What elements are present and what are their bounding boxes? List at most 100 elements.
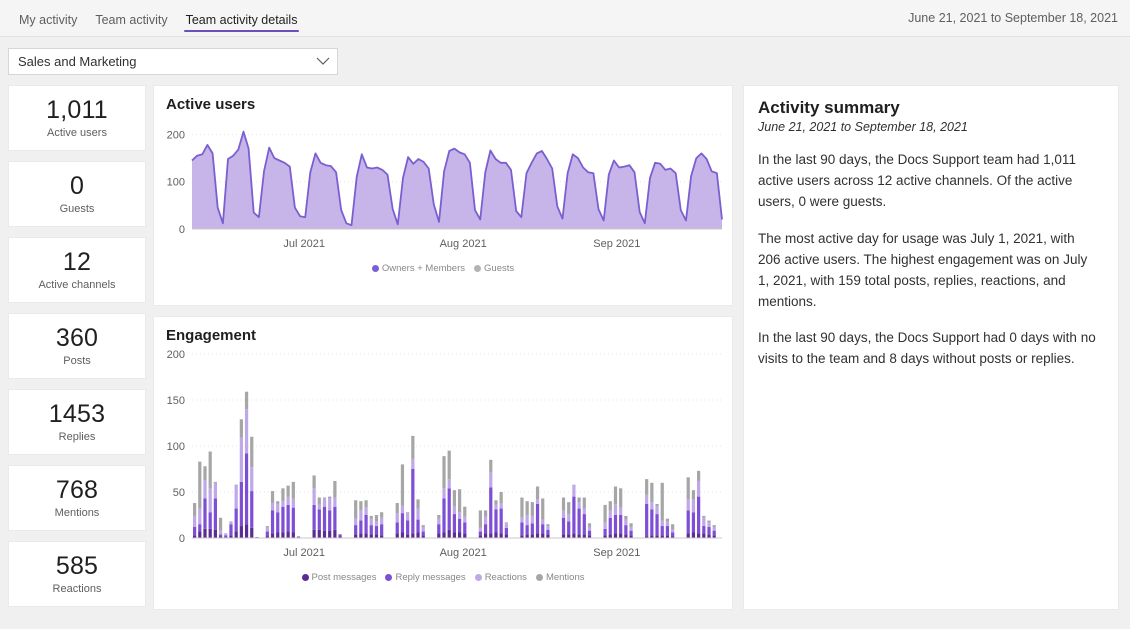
bar-segment — [374, 534, 379, 538]
bar-segment — [276, 503, 280, 513]
bar-segment — [660, 526, 664, 536]
active-users-plot-area[interactable]: 0 100 200 Jul 2021 Aug 2021 Sep 2021 — [154, 113, 732, 263]
bar-segment — [213, 481, 217, 483]
activity-summary-title: Activity summary — [758, 98, 900, 117]
bar-segment — [333, 480, 337, 498]
bar-segment — [712, 526, 716, 531]
bar-segment — [707, 526, 711, 535]
kpi-label: Posts — [63, 355, 91, 368]
bar-segment — [192, 503, 197, 516]
tab-team-activity-details[interactable]: Team activity details — [177, 0, 307, 37]
bar-segment — [489, 459, 493, 473]
bar-segment — [312, 488, 316, 505]
bar-segment — [530, 523, 534, 535]
bar-segment — [239, 437, 243, 482]
bar-segment — [452, 532, 457, 538]
bar-segment — [250, 436, 254, 468]
bar-segment — [712, 530, 716, 536]
bar-segment — [286, 485, 290, 497]
y-axis-tick-label: 50 — [173, 487, 185, 499]
engagement-plot-area[interactable]: 0 50 100 150 200 Jul 2021 Aug 2021 Sep 2021 — [154, 344, 732, 572]
kpi-card-replies: 1453 Replies — [8, 389, 146, 455]
kpi-card-guests: 0 Guests — [8, 161, 146, 227]
bar-segment — [572, 496, 576, 534]
bar-segment — [312, 504, 316, 530]
tab-label: My activity — [19, 13, 78, 27]
bar-segment — [504, 527, 508, 535]
bar-segment — [504, 522, 508, 524]
bar-segment — [494, 500, 498, 505]
bar-segment — [650, 502, 654, 510]
legend-item[interactable]: Post messages — [301, 572, 377, 583]
bar-segment — [525, 534, 529, 538]
kpi-value: 360 — [55, 323, 99, 352]
bar-segment — [416, 519, 420, 533]
bar-segment — [416, 532, 420, 538]
bar-segment — [317, 497, 321, 505]
bar-segment — [463, 533, 467, 538]
bar-segment — [322, 506, 327, 531]
bar-segment — [665, 526, 670, 536]
bar-segment — [234, 485, 238, 509]
bar-segment — [520, 497, 524, 518]
bar-segment — [499, 533, 503, 538]
legend-item[interactable]: Mentions — [535, 572, 585, 583]
legend-item[interactable]: Guests — [474, 263, 514, 274]
bar-segment — [624, 525, 628, 535]
bar-segment — [452, 506, 457, 515]
bar-segment — [587, 530, 592, 536]
bar-segment — [546, 526, 550, 530]
bar-segment — [421, 531, 425, 536]
bar-segment — [535, 533, 540, 538]
bar-segment — [328, 530, 332, 538]
bar-segment — [203, 528, 207, 538]
bar-segment — [333, 529, 337, 538]
y-axis-tick-label: 0 — [179, 533, 185, 545]
bar-segment — [229, 524, 233, 536]
bar-segment — [478, 531, 482, 536]
bar-segment — [270, 510, 275, 534]
team-selector-dropdown[interactable]: Sales and Marketing — [8, 48, 338, 75]
bar-segment — [442, 498, 446, 533]
bar-segment — [686, 510, 690, 534]
bar-segment — [265, 531, 269, 537]
bar-segment — [281, 532, 285, 538]
bar-segment — [691, 512, 696, 533]
bar-segment — [457, 518, 462, 533]
bar-segment — [437, 524, 441, 534]
bar-segment — [317, 529, 321, 538]
bar-segment — [489, 487, 493, 534]
tab-team-activity[interactable]: Team activity — [86, 0, 176, 37]
bar-segment — [234, 531, 238, 538]
y-axis-tick-label: 100 — [167, 177, 185, 189]
legend-label: Reply messages — [395, 572, 466, 583]
bar-segment — [530, 515, 534, 524]
bar-segment — [702, 517, 706, 527]
legend-item[interactable]: Reactions — [474, 572, 527, 583]
bar-segment — [208, 528, 212, 538]
bar-segment — [364, 500, 368, 508]
bar-segment — [296, 536, 301, 538]
legend-item[interactable]: Reply messages — [385, 572, 466, 583]
bar-segment — [380, 517, 384, 525]
bar-segment — [322, 497, 327, 499]
bar-segment — [244, 453, 249, 525]
bar-segment — [686, 499, 690, 511]
legend-color-swatch — [301, 574, 309, 581]
bar-segment — [478, 527, 482, 532]
tab-my-activity[interactable]: My activity — [10, 0, 86, 37]
bar-segment — [411, 533, 415, 538]
bar-segment — [322, 498, 327, 507]
bar-segment — [655, 503, 659, 507]
bar-segment — [328, 498, 332, 511]
bar-segment — [203, 466, 207, 481]
bar-segment — [463, 516, 467, 523]
bar-segment — [494, 532, 498, 538]
bar-segment — [546, 529, 550, 535]
bar-segment — [567, 502, 571, 515]
legend-item[interactable]: Owners + Members — [371, 263, 465, 274]
legend-color-swatch — [474, 574, 482, 581]
bar-segment — [702, 515, 706, 518]
legend-label: Post messages — [311, 572, 377, 583]
bar-segment — [317, 509, 321, 530]
